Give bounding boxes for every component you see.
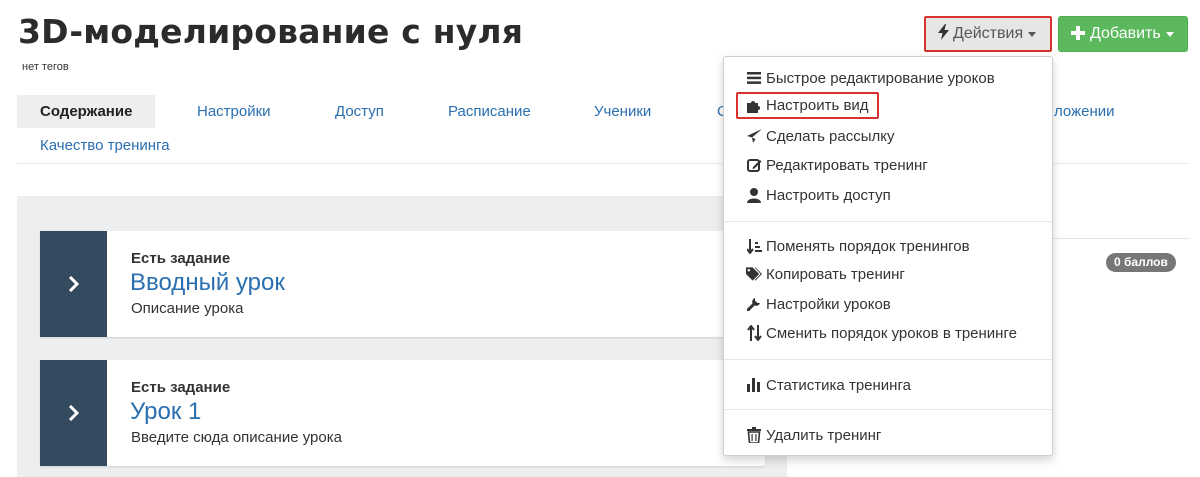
lesson-task-label: Есть задание [131,379,231,396]
menu-item-label: Настроить доступ [766,186,891,204]
menu-item-send-newsletter[interactable]: Сделать рассылку [746,123,895,149]
menu-divider [724,359,1052,360]
plus-icon [1071,24,1085,44]
trash-icon [746,427,762,443]
list-icon [746,70,762,86]
swap-vertical-icon [746,325,762,341]
lesson-description: Введите сюда описание урока [131,429,342,446]
menu-item-label: Быстрое редактирование уроков [766,69,995,87]
add-button[interactable]: Добавить [1058,16,1188,52]
points-badge: 0 баллов [1106,253,1176,272]
tab-partially-hidden-2[interactable]: ложении [1054,95,1115,128]
tab-access[interactable]: Доступ [335,95,384,128]
menu-item-quick-edit-lessons[interactable]: Быстрое редактирование уроков [746,65,995,91]
sort-icon [746,238,762,254]
menu-divider [724,221,1052,222]
actions-button[interactable]: Действия [924,16,1052,52]
actions-button-label: Действия [953,25,1024,42]
bolt-icon [938,24,949,44]
menu-divider [724,409,1052,410]
menu-item-label: Копировать тренинг [766,265,905,283]
menu-item-reorder-trainings[interactable]: Поменять порядок тренингов [746,233,970,259]
send-icon [746,128,762,144]
add-button-label: Добавить [1090,25,1161,42]
menu-item-training-statistics[interactable]: Статистика тренинга [746,372,911,398]
tags-text: нет тегов [22,61,69,73]
puzzle-icon [746,98,762,114]
chevron-right-icon[interactable] [40,231,107,337]
menu-item-delete-training[interactable]: Удалить тренинг [746,422,881,448]
menu-item-label: Поменять порядок тренингов [766,237,970,255]
menu-item-label: Редактировать тренинг [766,156,928,174]
menu-item-customize-view[interactable]: Настроить вид [736,92,879,119]
wrench-icon [746,296,762,312]
menu-item-label: Сделать рассылку [766,127,895,145]
lesson-card[interactable]: Есть задание Урок 1 Введите сюда описани… [40,360,765,466]
menu-item-reorder-lessons[interactable]: Сменить порядок уроков в тренинге [746,320,1017,346]
tags-icon [746,266,762,282]
lesson-title[interactable]: Вводный урок [130,269,285,297]
menu-item-configure-access[interactable]: Настроить доступ [746,182,891,208]
user-icon [746,187,762,203]
edit-icon [746,157,762,173]
menu-item-label: Сменить порядок уроков в тренинге [766,324,1017,342]
page-title: 3D-моделирование с нуля [18,12,524,51]
menu-item-label: Статистика тренинга [766,376,911,394]
lesson-task-label: Есть задание [131,250,231,267]
chevron-down-icon [1028,31,1037,37]
menu-item-edit-training[interactable]: Редактировать тренинг [746,152,928,178]
bar-chart-icon [746,377,762,393]
menu-item-label: Удалить тренинг [766,426,882,444]
chevron-down-icon [1165,31,1174,37]
menu-item-label: Настройки уроков [766,295,891,313]
tab-schedule[interactable]: Расписание [448,95,531,128]
menu-item-copy-training[interactable]: Копировать тренинг [746,261,905,287]
menu-item-lesson-settings[interactable]: Настройки уроков [746,291,891,317]
tab-training-quality[interactable]: Качество тренинга [40,129,170,162]
lesson-title[interactable]: Урок 1 [130,398,201,426]
chevron-right-icon[interactable] [40,360,107,466]
actions-dropdown-menu: Быстрое редактирование уроков Настроить … [723,56,1053,456]
tab-content[interactable]: Содержание [17,95,156,128]
tab-settings[interactable]: Настройки [197,95,271,128]
tab-students[interactable]: Ученики [594,95,651,128]
lesson-card[interactable]: Есть задание Вводный урок Описание урока [40,231,765,337]
lesson-description: Описание урока [131,300,244,317]
menu-item-label: Настроить вид [766,97,869,114]
